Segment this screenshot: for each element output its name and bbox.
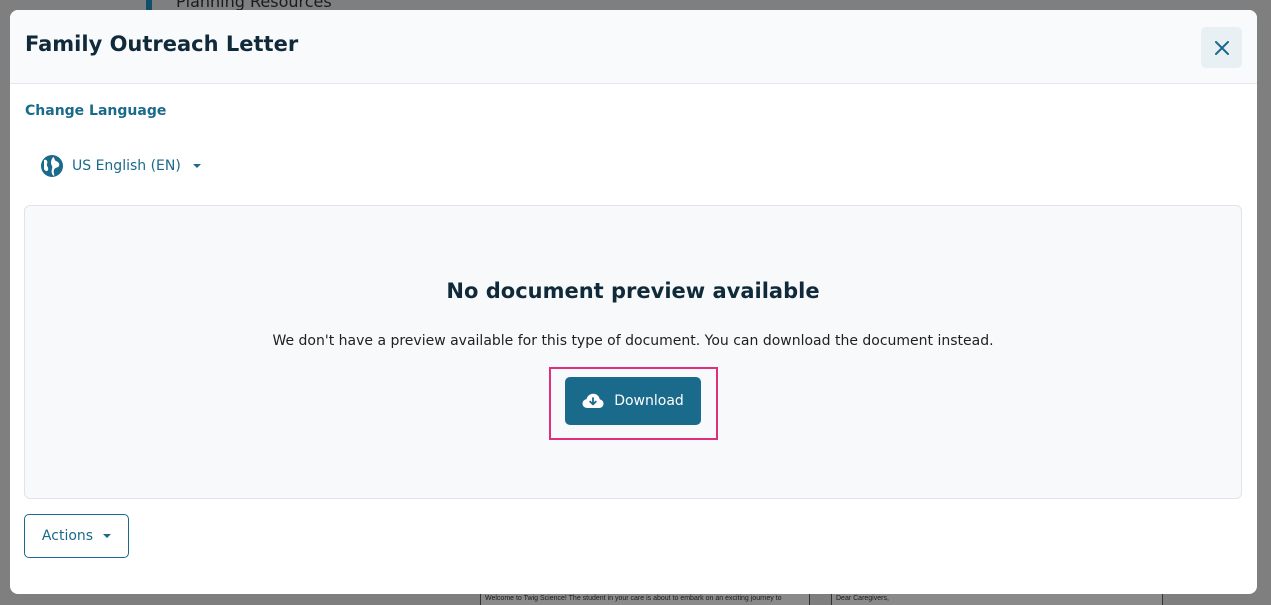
chevron-down-icon — [103, 534, 112, 538]
preview-message: We don't have a preview available for th… — [272, 333, 994, 349]
preview-heading: No document preview available — [446, 279, 820, 303]
chevron-down-icon — [192, 164, 201, 168]
document-modal: Family Outreach Letter Change Language U… — [10, 10, 1257, 594]
download-button[interactable]: Download — [565, 377, 701, 425]
globe-icon — [41, 155, 63, 177]
download-button-label: Download — [614, 393, 684, 409]
modal-title: Family Outreach Letter — [25, 32, 299, 56]
close-icon — [1214, 40, 1229, 55]
modal-header: Family Outreach Letter — [10, 10, 1257, 84]
close-button[interactable] — [1201, 27, 1242, 68]
language-dropdown[interactable]: US English (EN) — [40, 153, 201, 179]
actions-dropdown-button[interactable]: Actions — [24, 514, 129, 558]
actions-button-label: Actions — [41, 528, 94, 544]
cloud-download-icon — [582, 393, 604, 408]
change-language-link[interactable]: Change Language — [25, 103, 166, 119]
language-selected-value: US English (EN) — [72, 158, 181, 174]
document-preview-panel: No document preview available We don't h… — [24, 205, 1242, 499]
